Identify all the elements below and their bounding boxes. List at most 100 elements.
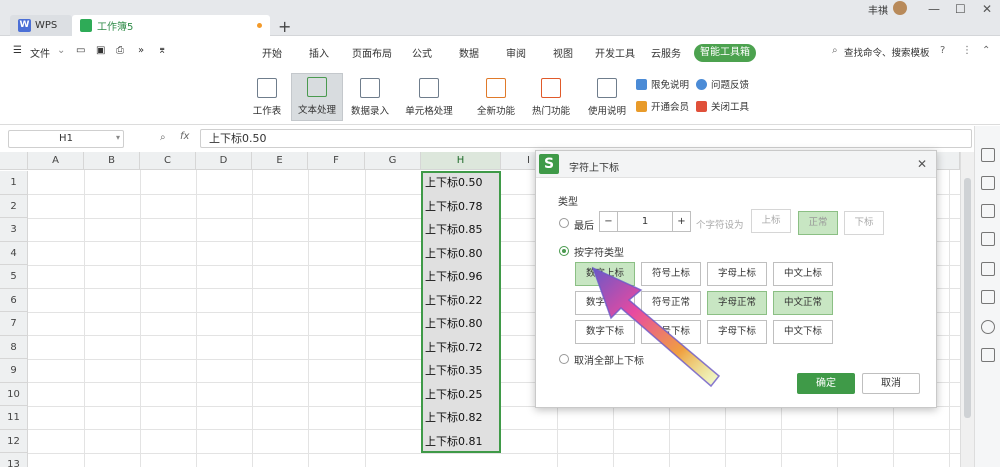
menu-data[interactable]: 数据 [459,45,479,60]
row-header[interactable]: 13 [0,453,28,467]
menu-cloud[interactable]: 云服务 [651,45,681,60]
subscript-option[interactable]: 下标 [844,211,884,235]
free-notice-link[interactable]: 限免说明 [636,77,689,91]
open-folder-icon[interactable]: ▭ [76,45,85,56]
more-options-icon[interactable]: ⋮ [962,45,972,56]
collapse-ribbon-icon[interactable]: ⌃ [982,45,990,56]
more-icon[interactable]: » [138,45,144,56]
select-tool-icon[interactable] [981,148,995,162]
menu-page-layout[interactable]: 页面布局 [352,45,392,60]
search-commands[interactable]: 查找命令、搜索模板 [844,45,930,59]
grid-line [84,170,85,467]
minimize-icon[interactable]: — [928,2,940,16]
row-header[interactable]: 2 [0,194,28,218]
customize-icon[interactable]: ⌆ [158,45,166,56]
row-header[interactable]: 1 [0,171,28,195]
superscript-option[interactable]: 上标 [751,209,791,233]
row-header[interactable]: 12 [0,429,28,453]
menu-formula[interactable]: 公式 [412,45,432,60]
help-icon[interactable]: ? [940,45,945,56]
column-header-f[interactable]: F [308,152,365,170]
dialog-close-icon[interactable]: ✕ [917,157,927,171]
row-header[interactable]: 5 [0,265,28,289]
row-header[interactable]: 3 [0,218,28,242]
maximize-icon[interactable]: ☐ [955,2,966,16]
new-features-button[interactable]: 全新功能 [471,73,521,121]
menu-file[interactable]: 文件 [30,45,50,60]
help-panel-icon[interactable] [981,320,995,334]
radio-cancel-all[interactable] [559,354,569,367]
row-header[interactable]: 8 [0,335,28,359]
radio-by-type[interactable] [559,246,569,259]
new-tab-button[interactable]: + [278,17,291,36]
cell-processing-button[interactable]: 单元格处理 [400,73,458,121]
save-icon[interactable]: ▣ [96,45,105,56]
cancel-button[interactable]: 取消 [862,373,920,394]
backup-icon[interactable] [981,262,995,276]
stepper-plus-button[interactable]: + [672,212,690,231]
data-entry-label: 数据录入 [350,106,389,117]
normal-option[interactable]: 正常 [798,211,838,235]
tab-wps[interactable]: W WPS [10,15,72,36]
column-header-h[interactable]: H [421,152,501,170]
properties-icon[interactable] [981,204,995,218]
formula-input[interactable]: 上下标0.50 [200,129,972,148]
dialog-title: 字符上下标 [569,163,619,174]
menu-view[interactable]: 视图 [553,45,573,60]
menu-insert[interactable]: 插入 [309,45,329,60]
column-header-d[interactable]: D [196,152,252,170]
row-header[interactable]: 7 [0,312,28,336]
avatar[interactable] [893,1,907,15]
chinese-subscript-button[interactable]: 中文下标 [773,320,833,344]
name-box[interactable]: H1 [8,130,124,148]
text-processing-button[interactable]: 文本处理 [291,73,343,121]
data-entry-button[interactable]: 数据录入 [346,73,394,121]
search-icon[interactable]: ⌕ [832,45,838,56]
column-header-e[interactable]: E [252,152,308,170]
user-guide-button[interactable]: 使用说明 [585,73,629,121]
share-icon[interactable] [981,290,995,304]
scroll-thumb[interactable] [964,178,971,418]
popular-features-button[interactable]: 热门功能 [526,73,576,121]
close-tool-link[interactable]: 关闭工具 [696,99,749,113]
menu-review[interactable]: 审阅 [506,45,526,60]
select-all-corner[interactable] [0,152,28,170]
row-header[interactable]: 9 [0,359,28,383]
stepper-input[interactable]: 1 [618,212,672,231]
chinese-superscript-button[interactable]: 中文上标 [773,262,833,286]
shapes-icon[interactable] [981,176,995,190]
menu-developer[interactable]: 开发工具 [595,45,635,60]
chinese-normal-button[interactable]: 中文正常 [773,291,833,315]
name-box-dropdown-icon[interactable]: ▾ [116,133,120,142]
title-bar: W WPS 工作簿5 + 丰祺 — ☐ ✕ [0,0,1000,36]
fx-icon[interactable]: fx [180,131,189,142]
membership-link[interactable]: 开通会员 [636,99,689,113]
settings-panel-icon[interactable] [981,348,995,362]
stepper-minus-button[interactable]: − [600,212,618,231]
transform-icon[interactable] [981,232,995,246]
row-header[interactable]: 6 [0,288,28,312]
radio-last[interactable] [559,218,569,231]
worksheet-button[interactable]: 工作表 [246,73,288,121]
column-header-b[interactable]: B [84,152,140,170]
hamburger-icon[interactable]: ☰ [13,45,22,56]
column-header-c[interactable]: C [140,152,196,170]
column-header-a[interactable]: A [28,152,84,170]
chevron-down-icon[interactable]: ⌄ [57,45,65,56]
vertical-scrollbar[interactable] [960,152,974,467]
column-header-g[interactable]: G [365,152,421,170]
print-icon[interactable]: ⎙ [116,45,124,56]
pointer-arrow-icon [591,266,721,388]
row-header[interactable]: 11 [0,406,28,430]
user-name[interactable]: 丰祺 [868,2,888,17]
close-icon[interactable]: ✕ [982,2,992,16]
tab-workbook[interactable]: 工作簿5 [72,15,270,36]
feedback-link[interactable]: 问题反馈 [696,77,749,91]
menu-home[interactable]: 开始 [262,45,282,60]
ok-button[interactable]: 确定 [797,373,855,394]
menu-smart-toolbox[interactable]: 智能工具箱 [694,44,756,62]
zoom-icon[interactable]: ⌕ [160,132,166,143]
row-header[interactable]: 10 [0,382,28,406]
cell-processing-label: 单元格处理 [405,106,453,117]
row-header[interactable]: 4 [0,241,28,265]
